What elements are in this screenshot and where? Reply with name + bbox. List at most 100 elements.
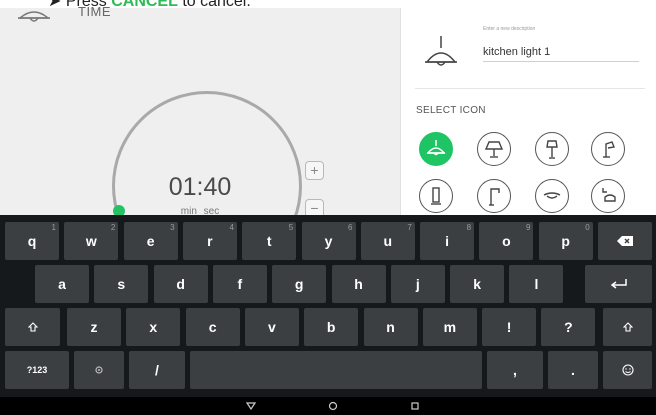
shift-icon [27, 322, 38, 332]
table-lamp-icon[interactable] [477, 132, 511, 166]
key-label: t [266, 233, 272, 249]
street-lamp-icon[interactable] [477, 179, 511, 213]
key-hint: 6 [348, 223, 353, 232]
key-label: l [534, 276, 539, 292]
enter-key[interactable] [585, 265, 652, 303]
instruction-suffix: to cancel. [178, 0, 251, 8]
key-label: a [58, 276, 66, 292]
key-question[interactable]: ? [541, 308, 596, 346]
key-g[interactable]: g [272, 265, 327, 303]
key-d[interactable]: d [153, 265, 208, 303]
increment-button[interactable]: + [305, 161, 324, 180]
onscreen-keyboard: ?123 / , . q1w2e3r4t5y6u7i8o9p0asdfghjkl… [0, 215, 656, 415]
floor-lamp-icon[interactable] [535, 132, 569, 166]
key-r[interactable]: r4 [182, 222, 237, 260]
hanging-lamp-icon[interactable] [591, 179, 625, 213]
desk-lamp-icon[interactable] [591, 132, 625, 166]
key-x[interactable]: x [126, 308, 181, 346]
key-label: o [502, 233, 511, 249]
navigation-bar [0, 397, 656, 415]
key-y[interactable]: y6 [301, 222, 356, 260]
key-hint: 2 [110, 223, 116, 232]
timer-panel: TIME 01:40 min sec + − [0, 4, 400, 281]
emoji-icon [621, 364, 634, 376]
shift-left-key[interactable] [5, 308, 60, 346]
backspace-icon [617, 236, 633, 246]
tube-lamp-icon[interactable] [419, 179, 453, 213]
key-m[interactable]: m [422, 308, 477, 346]
slash-key[interactable]: / [129, 351, 185, 389]
description-hint: Enter a new description [483, 26, 536, 32]
settings-panel: Enter a new description kitchen light 1 … [400, 8, 656, 215]
back-triangle-icon [246, 402, 256, 410]
instruction-bullet: ➤ [48, 0, 61, 8]
key-label: e [146, 233, 155, 249]
key-s[interactable]: s [94, 265, 149, 303]
key-u[interactable]: u7 [360, 222, 415, 260]
key-exclamation[interactable]: ! [482, 308, 537, 346]
shift-right-key[interactable] [603, 308, 652, 346]
key-p[interactable]: p0 [538, 222, 593, 260]
key-label: ? [564, 319, 573, 335]
key-label: n [386, 319, 395, 335]
key-j[interactable]: j [390, 265, 445, 303]
key-l[interactable]: l [509, 265, 564, 303]
enter-icon [610, 279, 627, 289]
home-circle-icon [328, 401, 338, 411]
key-hint: 7 [407, 223, 412, 232]
key-label: ! [506, 319, 512, 335]
period-key[interactable]: . [548, 351, 598, 389]
key-q[interactable]: q1 [5, 222, 59, 260]
key-label: g [294, 276, 304, 292]
key-label: q [27, 233, 37, 249]
key-b[interactable]: b [304, 308, 359, 346]
symbols-key[interactable]: ?123 [5, 351, 69, 389]
instruction-cancel-word: CANCEL [111, 0, 178, 8]
key-label: d [176, 276, 185, 292]
key-label: y [324, 233, 333, 249]
settings-key[interactable] [74, 351, 124, 389]
key-hint: 3 [170, 223, 175, 232]
key-label: u [383, 233, 393, 249]
timer-label: TIME [78, 4, 112, 19]
key-v[interactable]: v [244, 308, 299, 346]
key-label: v [267, 319, 276, 335]
pendant-lamp-icon [425, 36, 457, 66]
pendant-lamp-icon[interactable] [419, 132, 453, 166]
key-n[interactable]: n [363, 308, 418, 346]
key-a[interactable]: a [35, 265, 89, 303]
key-z[interactable]: z [67, 308, 121, 346]
key-w[interactable]: w2 [64, 222, 119, 260]
comma-key[interactable]: , [487, 351, 543, 389]
ceiling-lamp-icon[interactable] [535, 179, 569, 213]
key-t[interactable]: t5 [242, 222, 297, 260]
recents-button[interactable] [408, 400, 422, 412]
key-label: x [149, 319, 158, 335]
key-e[interactable]: e3 [123, 222, 178, 260]
key-k[interactable]: k [450, 265, 505, 303]
home-button[interactable] [326, 400, 340, 412]
timer-value: 01:40 [168, 173, 232, 201]
emoji-key[interactable] [603, 351, 652, 389]
key-label: c [208, 319, 217, 335]
key-c[interactable]: c [185, 308, 240, 346]
key-label: k [473, 276, 481, 292]
backspace-key[interactable] [598, 222, 652, 260]
key-o[interactable]: o9 [479, 222, 534, 260]
key-label: w [85, 233, 97, 249]
key-f[interactable]: f [212, 265, 267, 303]
description-input[interactable]: kitchen light 1 [483, 46, 639, 62]
space-key[interactable] [190, 351, 482, 389]
key-hint: 8 [466, 223, 472, 232]
key-hint: 0 [585, 223, 590, 232]
key-i[interactable]: i8 [420, 222, 475, 260]
pendant-lamp-icon [17, 11, 51, 22]
back-button[interactable] [244, 400, 258, 412]
key-label: z [90, 319, 98, 335]
key-label: p [561, 233, 570, 249]
key-h[interactable]: h [331, 265, 386, 303]
key-label: j [415, 276, 420, 292]
key-hint: 9 [525, 223, 531, 232]
key-hint: 5 [288, 223, 294, 232]
key-label: m [443, 319, 457, 335]
